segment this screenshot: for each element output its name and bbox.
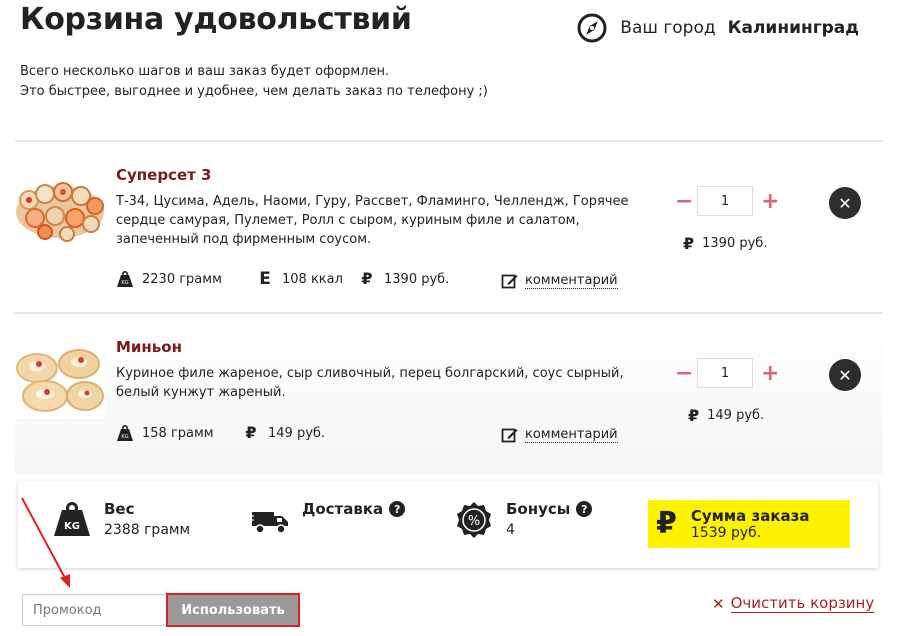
- weight-value: 2388 грамм: [104, 522, 191, 538]
- bonus-value: 4: [506, 522, 515, 538]
- clear-cart-label[interactable]: Очистить корзину: [730, 594, 875, 613]
- intro-line-1: Всего несколько шагов и ваш заказ будет …: [20, 64, 390, 79]
- edit-icon: [501, 274, 518, 289]
- clear-cart-link[interactable]: ✕ Очистить корзину: [712, 594, 875, 613]
- city-prefix: Ваш город: [620, 18, 716, 38]
- item-description: Куриное филе жареное, сыр сливочный, пер…: [116, 366, 624, 400]
- ruble-icon: ₽: [656, 506, 677, 541]
- energy-icon: E: [259, 269, 271, 289]
- ruble-icon: ₽: [688, 406, 700, 425]
- summary-weight: KG Вес 2388 грамм: [52, 500, 190, 540]
- city-selector[interactable]: Ваш город Калининград: [576, 12, 859, 44]
- weight-icon: KG: [117, 270, 133, 287]
- close-icon: ✕: [712, 594, 725, 613]
- svg-text:KG: KG: [121, 280, 128, 286]
- ruble-icon: ₽: [245, 423, 257, 442]
- comment-link[interactable]: комментарий: [501, 272, 618, 290]
- remove-item-button[interactable]: ✕: [829, 187, 861, 219]
- item-meta: KG 2230 грамм E 108 ккал ₽ 1390 руб.: [116, 270, 449, 288]
- bonus-title: Бонусы: [506, 500, 571, 518]
- line-total-value: 149 руб.: [707, 408, 765, 423]
- quantity-field[interactable]: 1: [697, 186, 753, 216]
- product-image: [15, 162, 105, 242]
- delivery-truck-icon: [250, 512, 288, 534]
- item-meta: KG 158 грамм ₽ 149 руб.: [116, 424, 325, 442]
- help-icon[interactable]: ?: [389, 501, 406, 517]
- promo-code-input[interactable]: [22, 594, 168, 626]
- comment-label[interactable]: комментарий: [525, 273, 618, 289]
- line-total-value: 1390 руб.: [702, 236, 768, 251]
- item-name[interactable]: Миньон: [116, 338, 182, 356]
- discount-badge-icon: %: [457, 502, 491, 538]
- total-title: Сумма заказа: [690, 507, 810, 525]
- page-title: Корзина удовольствий: [20, 2, 412, 37]
- intro-line-2: Это быстрее, выгоднее и удобнее, чем дел…: [20, 84, 488, 99]
- city-name[interactable]: Калининград: [728, 18, 859, 38]
- item-weight: 2230 грамм: [142, 271, 222, 287]
- ruble-icon: ₽: [683, 234, 695, 253]
- comment-label[interactable]: комментарий: [525, 427, 618, 443]
- summary-delivery: Доставка ?: [250, 500, 406, 540]
- svg-text:KG: KG: [64, 521, 80, 532]
- edit-icon: [501, 428, 518, 443]
- item-weight: 158 грамм: [142, 425, 214, 441]
- svg-text:%: %: [468, 514, 480, 529]
- weight-title: Вес: [104, 500, 135, 518]
- close-icon: ✕: [838, 193, 852, 213]
- svg-text:KG: KG: [121, 434, 128, 440]
- plus-button[interactable]: +: [761, 189, 779, 214]
- apply-promo-button[interactable]: Использовать: [166, 593, 300, 627]
- product-image: [15, 338, 105, 418]
- delivery-title: Доставка: [302, 500, 384, 518]
- ruble-icon: ₽: [361, 269, 373, 288]
- help-icon[interactable]: ?: [576, 501, 593, 517]
- weight-icon: KG: [54, 502, 90, 536]
- plus-button[interactable]: +: [761, 361, 779, 386]
- item-price: 149 руб.: [268, 425, 326, 441]
- summary-bonuses: % Бонусы ? 4: [454, 500, 593, 540]
- quantity-field[interactable]: 1: [697, 358, 753, 388]
- remove-item-button[interactable]: ✕: [829, 359, 861, 391]
- cart-item: Суперсет 3 Т-34, Цусима, Адель, Наоми, Г…: [15, 142, 883, 312]
- close-icon: ✕: [838, 365, 852, 385]
- item-description: Т-34, Цусима, Адель, Наоми, Гуру, Рассве…: [116, 194, 629, 247]
- weight-icon: KG: [117, 424, 133, 441]
- item-price: 1390 руб.: [384, 271, 450, 287]
- quantity-stepper[interactable]: − 1 +: [675, 186, 779, 216]
- cart-item: Миньон Куриное филе жареное, сыр сливочн…: [15, 314, 883, 474]
- item-kcal: 108 ккал: [282, 271, 343, 287]
- line-total: ₽ 1390 руб.: [683, 234, 767, 253]
- item-name[interactable]: Суперсет 3: [116, 166, 211, 184]
- minus-button[interactable]: −: [675, 189, 693, 214]
- intro-text: Всего несколько шагов и ваш заказ будет …: [20, 62, 488, 102]
- comment-link[interactable]: комментарий: [501, 426, 618, 444]
- compass-icon: [577, 13, 607, 43]
- order-total: ₽ Сумма заказа 1539 руб.: [648, 500, 850, 548]
- total-value: 1539 руб.: [690, 525, 762, 541]
- minus-button[interactable]: −: [675, 361, 693, 386]
- quantity-stepper[interactable]: − 1 +: [675, 358, 779, 388]
- order-summary: KG Вес 2388 грамм Доставка ? % Бонусы ? …: [18, 482, 878, 568]
- line-total: ₽ 149 руб.: [688, 406, 764, 425]
